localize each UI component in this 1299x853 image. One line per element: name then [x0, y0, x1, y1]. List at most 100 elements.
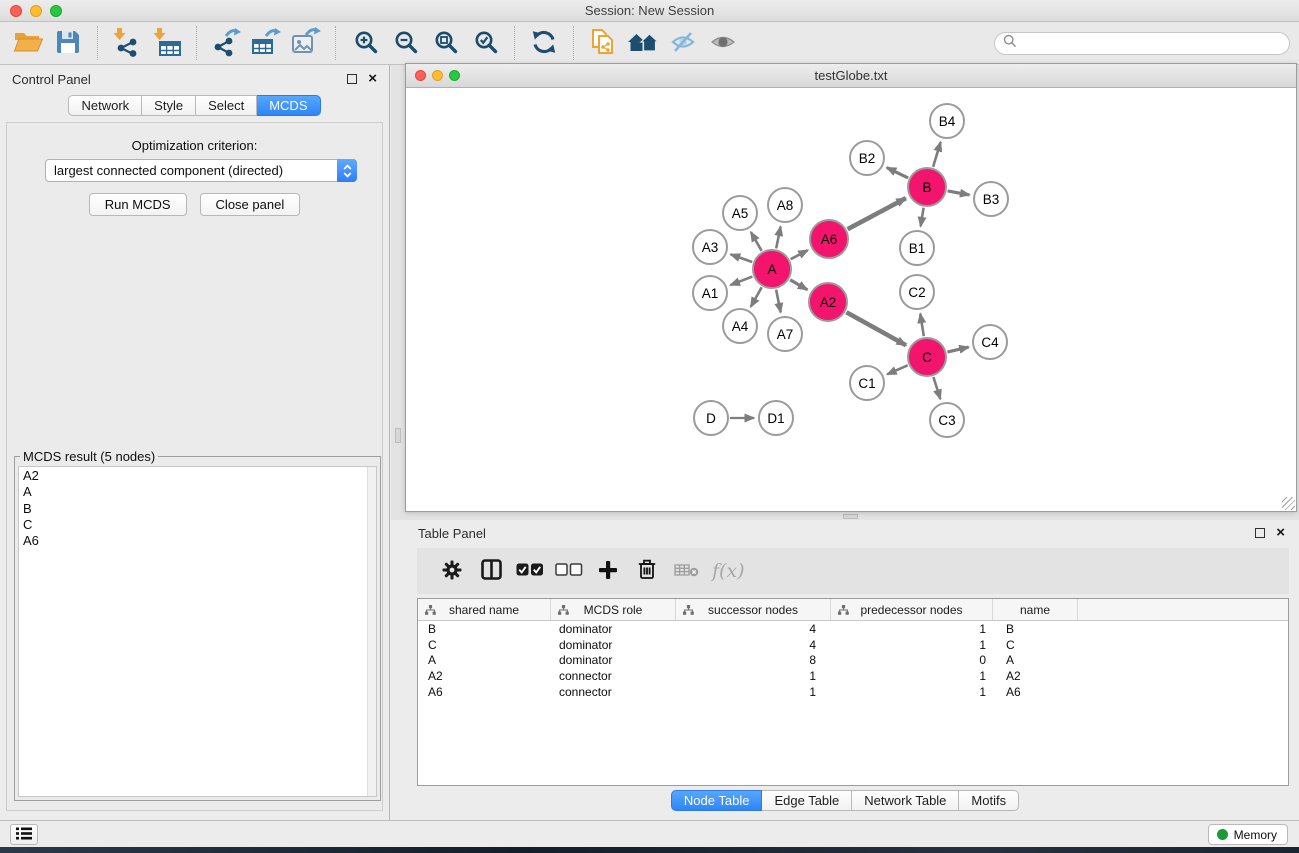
tab-network-table[interactable]: Network Table	[852, 790, 959, 811]
close-window-button[interactable]	[10, 5, 22, 17]
table-row[interactable]: Bdominator41B	[418, 621, 1288, 637]
refresh-view-button[interactable]	[526, 25, 562, 61]
hide-toggle-button[interactable]	[665, 25, 701, 61]
tab-node-table[interactable]: Node Table	[671, 790, 763, 811]
graph-edge-A6-B[interactable]	[848, 198, 906, 229]
graph-node-B2[interactable]: B2	[849, 140, 885, 176]
table-cell[interactable]: A6	[993, 685, 1078, 699]
table-cell[interactable]: dominator	[551, 638, 676, 652]
mcds-result-list[interactable]: A2ABCA6	[18, 466, 377, 797]
table-cell[interactable]: 8	[676, 653, 831, 667]
graph-edge-A-A7[interactable]	[776, 290, 781, 313]
close-panel-icon[interactable]: ×	[368, 74, 377, 84]
close-network-window-button[interactable]	[415, 70, 426, 81]
graph-edge-B-B1[interactable]	[921, 208, 924, 227]
table-cell[interactable]: connector	[551, 685, 676, 699]
column-header-mcds-role[interactable]: MCDS role	[551, 599, 676, 620]
mcds-result-item[interactable]: A2	[19, 468, 376, 484]
mcds-result-item[interactable]: B	[19, 501, 376, 517]
graph-node-A1[interactable]: A1	[692, 275, 728, 311]
table-cell[interactable]: A2	[418, 669, 551, 683]
close-table-panel-icon[interactable]: ×	[1276, 528, 1285, 538]
graph-edge-C-C1[interactable]	[887, 365, 908, 374]
zoom-selected-button[interactable]	[467, 25, 503, 61]
import-table-button[interactable]	[149, 25, 185, 61]
zoom-out-button[interactable]	[387, 25, 423, 61]
export-image-button[interactable]	[288, 25, 324, 61]
table-cell[interactable]: dominator	[551, 622, 676, 636]
new-network-from-selection-button[interactable]	[585, 25, 621, 61]
graph-edge-C-C4[interactable]	[947, 347, 968, 352]
table-cell[interactable]: B	[993, 622, 1078, 636]
table-cell[interactable]: A	[418, 653, 551, 667]
graph-edge-A-A1[interactable]	[731, 277, 753, 286]
table-cell[interactable]: A6	[418, 685, 551, 699]
graph-node-A8[interactable]: A8	[767, 187, 803, 223]
tab-mcds[interactable]: MCDS	[257, 95, 320, 116]
save-session-button[interactable]	[50, 25, 86, 61]
add-column-button[interactable]	[589, 552, 627, 590]
run-mcds-button[interactable]: Run MCDS	[89, 193, 187, 216]
show-toggle-button[interactable]	[705, 25, 741, 61]
function-builder-button[interactable]: f(x)	[712, 560, 745, 582]
graph-node-B1[interactable]: B1	[899, 230, 935, 266]
minimize-network-window-button[interactable]	[432, 70, 443, 81]
table-cell[interactable]: 4	[676, 622, 831, 636]
zoom-fit-button[interactable]	[427, 25, 463, 61]
zoom-network-window-button[interactable]	[449, 70, 460, 81]
graph-node-A4[interactable]: A4	[722, 308, 758, 344]
home-views-button[interactable]	[625, 25, 661, 61]
graph-edge-A-A4[interactable]	[751, 287, 762, 307]
tab-style[interactable]: Style	[142, 95, 196, 116]
table-cell[interactable]: C	[993, 638, 1078, 652]
graph-node-D1[interactable]: D1	[758, 400, 794, 436]
table-cell[interactable]: connector	[551, 669, 676, 683]
graph-edge-A-A6[interactable]	[791, 250, 808, 259]
float-table-panel-icon[interactable]	[1255, 528, 1265, 538]
table-row[interactable]: A2connector11A2	[418, 668, 1288, 684]
graph-edge-A-A3[interactable]	[731, 254, 753, 262]
table-settings-button[interactable]	[433, 552, 471, 590]
tab-edge-table[interactable]: Edge Table	[762, 790, 852, 811]
graph-edge-C-C3[interactable]	[933, 377, 940, 399]
graph-edge-A-A8[interactable]	[776, 227, 780, 249]
graph-node-C4[interactable]: C4	[972, 324, 1008, 360]
zoom-window-button[interactable]	[50, 5, 62, 17]
graph-edge-B-B4[interactable]	[933, 142, 941, 167]
graph-node-C2[interactable]: C2	[899, 274, 935, 310]
table-cell[interactable]: 1	[676, 685, 831, 699]
horizontal-splitter-handle[interactable]	[843, 514, 858, 519]
graph-node-D[interactable]: D	[693, 400, 729, 436]
table-row[interactable]: Cdominator41C	[418, 637, 1288, 653]
column-header-successor-nodes[interactable]: successor nodes	[676, 599, 831, 620]
table-cell[interactable]: 1	[831, 685, 993, 699]
graph-node-A6[interactable]: A6	[809, 219, 849, 259]
memory-button[interactable]: Memory	[1208, 824, 1288, 845]
float-panel-icon[interactable]	[347, 74, 357, 84]
graph-node-A5[interactable]: A5	[722, 195, 758, 231]
mcds-result-item[interactable]: C	[19, 517, 376, 533]
table-cell[interactable]: A2	[993, 669, 1078, 683]
network-canvas[interactable]: B4B2BB3B1A5A8A6A3AA1C2A4A7A2C4C1CC3DD1	[406, 88, 1296, 511]
table-cell[interactable]: 1	[831, 638, 993, 652]
table-cell[interactable]: 1	[831, 622, 993, 636]
network-window-titlebar[interactable]: testGlobe.txt	[406, 64, 1296, 88]
table-row[interactable]: Adominator80A	[418, 653, 1288, 669]
export-network-button[interactable]	[208, 25, 244, 61]
graph-edge-B-B2[interactable]	[887, 168, 908, 178]
mcds-result-item[interactable]: A6	[19, 533, 376, 549]
graph-edge-A2-C[interactable]	[846, 312, 906, 345]
graph-node-B4[interactable]: B4	[929, 103, 965, 139]
task-history-button[interactable]	[10, 824, 38, 845]
graph-node-B[interactable]: B	[907, 167, 947, 207]
toggle-panel-columns-button[interactable]	[472, 552, 510, 590]
table-row[interactable]: A6connector11A6	[418, 684, 1288, 700]
mcds-result-item[interactable]: A	[19, 484, 376, 500]
table-cell[interactable]: 1	[831, 669, 993, 683]
open-session-button[interactable]	[10, 25, 46, 61]
close-panel-button[interactable]: Close panel	[200, 193, 301, 216]
table-cell[interactable]: C	[418, 638, 551, 652]
graph-node-A7[interactable]: A7	[767, 316, 803, 352]
graph-node-C[interactable]: C	[907, 337, 947, 377]
delete-table-button[interactable]	[667, 552, 705, 590]
